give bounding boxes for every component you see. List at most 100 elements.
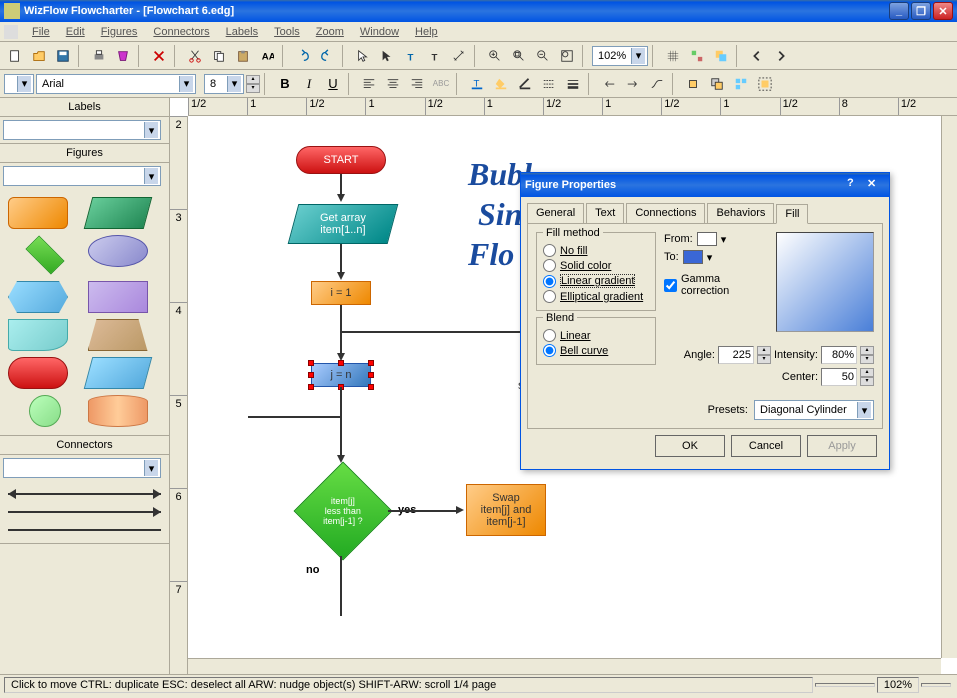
selection-handle[interactable] [338, 360, 344, 366]
tab-general[interactable]: General [527, 203, 584, 223]
group-button[interactable] [730, 73, 752, 95]
measure-tool[interactable] [448, 45, 470, 67]
paste-button[interactable] [232, 45, 254, 67]
zoom-page-button[interactable] [556, 45, 578, 67]
connector-arrow[interactable] [8, 507, 161, 517]
fontsize-dropdown[interactable]: 8 ▾ [204, 74, 244, 94]
shape-decision[interactable]: item[j] less than item[j-1] ? [294, 462, 393, 561]
radio-blend-linear[interactable] [543, 329, 556, 342]
angle-input[interactable] [718, 346, 754, 364]
radio-solid[interactable] [543, 259, 556, 272]
shape-start[interactable]: START [296, 146, 386, 174]
help-button[interactable]: ? [847, 177, 865, 193]
from-color-swatch[interactable] [697, 232, 717, 246]
selection-handle[interactable] [308, 384, 314, 390]
align-right-button[interactable] [406, 73, 428, 95]
zoom-fit-button[interactable] [508, 45, 530, 67]
cancel-button[interactable]: Cancel [731, 435, 801, 457]
tab-fill[interactable]: Fill [776, 204, 808, 224]
send-back-button[interactable] [706, 73, 728, 95]
shape-rounded-rect[interactable] [8, 197, 68, 229]
radio-no-fill[interactable] [543, 244, 556, 257]
preview-button[interactable] [112, 45, 134, 67]
shape-hexagon[interactable] [8, 281, 68, 313]
chevron-down-icon[interactable]: ▾ [707, 251, 713, 264]
shape-circle[interactable] [29, 395, 61, 427]
selection-handle[interactable] [368, 372, 374, 378]
shape-rect[interactable] [88, 281, 148, 313]
shape-input[interactable]: Get array item[1..n] [288, 204, 399, 244]
intensity-input[interactable] [821, 346, 857, 364]
shape-ellipse[interactable] [88, 235, 148, 267]
shape-swap[interactable]: Swap item[j] and item[j-1] [466, 484, 546, 536]
connector-line[interactable] [8, 525, 161, 535]
open-button[interactable] [28, 45, 50, 67]
text-tool[interactable]: T [400, 45, 422, 67]
undo-button[interactable] [292, 45, 314, 67]
fontsize-spinner[interactable]: ▴▾ [246, 75, 260, 93]
shape-parallelogram[interactable] [83, 197, 152, 229]
close-button[interactable]: ✕ [933, 2, 953, 20]
radio-linear[interactable] [543, 275, 556, 288]
selection-handle[interactable] [308, 360, 314, 366]
to-color-swatch[interactable] [683, 250, 703, 264]
selection-handle[interactable] [308, 372, 314, 378]
cut-button[interactable] [184, 45, 206, 67]
tab-behaviors[interactable]: Behaviors [707, 203, 774, 223]
print-button[interactable] [88, 45, 110, 67]
style-dropdown[interactable]: ▾ [4, 74, 34, 94]
label-tool[interactable]: T [424, 45, 446, 67]
select-tool[interactable] [376, 45, 398, 67]
grid-button[interactable] [662, 45, 684, 67]
menu-help[interactable]: Help [407, 24, 446, 40]
menu-file[interactable]: File [24, 24, 58, 40]
prev-button[interactable] [746, 45, 768, 67]
dialog-titlebar[interactable]: Figure Properties ? ✕ [521, 173, 889, 197]
figures-dropdown[interactable]: ▾ [3, 166, 161, 186]
shape-cylinder[interactable] [88, 395, 148, 427]
copy-button[interactable] [208, 45, 230, 67]
italic-button[interactable]: I [298, 73, 320, 95]
menu-window[interactable]: Window [352, 24, 407, 40]
intensity-spinner[interactable]: ▴▾ [860, 346, 874, 364]
shape-terminator[interactable] [8, 357, 68, 389]
shape-trapezoid[interactable] [88, 319, 148, 351]
presets-dropdown[interactable]: Diagonal Cylinder ▾ [754, 400, 874, 420]
align-center-button[interactable] [382, 73, 404, 95]
shape-init[interactable]: i = 1 [311, 281, 371, 305]
menu-edit[interactable]: Edit [58, 24, 93, 40]
center-spinner[interactable]: ▴▾ [860, 368, 874, 386]
arrow-start-button[interactable] [598, 73, 620, 95]
font-dropdown[interactable]: Arial ▾ [36, 74, 196, 94]
tab-text[interactable]: Text [586, 203, 624, 223]
new-button[interactable] [4, 45, 26, 67]
ok-button[interactable]: OK [655, 435, 725, 457]
layers-button[interactable] [710, 45, 732, 67]
shape-document[interactable] [8, 319, 68, 351]
radio-blend-bell[interactable] [543, 344, 556, 357]
zoom-out-button[interactable] [532, 45, 554, 67]
menu-zoom[interactable]: Zoom [308, 24, 352, 40]
pointer-tool[interactable] [352, 45, 374, 67]
scrollbar-horizontal[interactable] [188, 658, 941, 674]
snap-button[interactable] [686, 45, 708, 67]
line-style-button[interactable] [538, 73, 560, 95]
line-weight-button[interactable] [562, 73, 584, 95]
chevron-down-icon[interactable]: ▾ [721, 233, 727, 246]
shape-data[interactable] [83, 357, 152, 389]
find-button[interactable]: AA [256, 45, 278, 67]
delete-button[interactable] [148, 45, 170, 67]
zoom-dropdown[interactable]: 102% ▾ [592, 46, 648, 66]
menu-labels[interactable]: Labels [218, 24, 266, 40]
radio-elliptical[interactable] [543, 290, 556, 303]
fill-color-button[interactable] [490, 73, 512, 95]
menu-connectors[interactable]: Connectors [145, 24, 217, 40]
underline-button[interactable]: U [322, 73, 344, 95]
center-input[interactable] [821, 368, 857, 386]
connectors-dropdown[interactable]: ▾ [3, 458, 161, 478]
text-abc-button[interactable]: ABC [430, 73, 452, 95]
zoom-in-button[interactable] [484, 45, 506, 67]
minimize-button[interactable]: _ [889, 2, 909, 20]
arrow-end-button[interactable] [622, 73, 644, 95]
save-button[interactable] [52, 45, 74, 67]
